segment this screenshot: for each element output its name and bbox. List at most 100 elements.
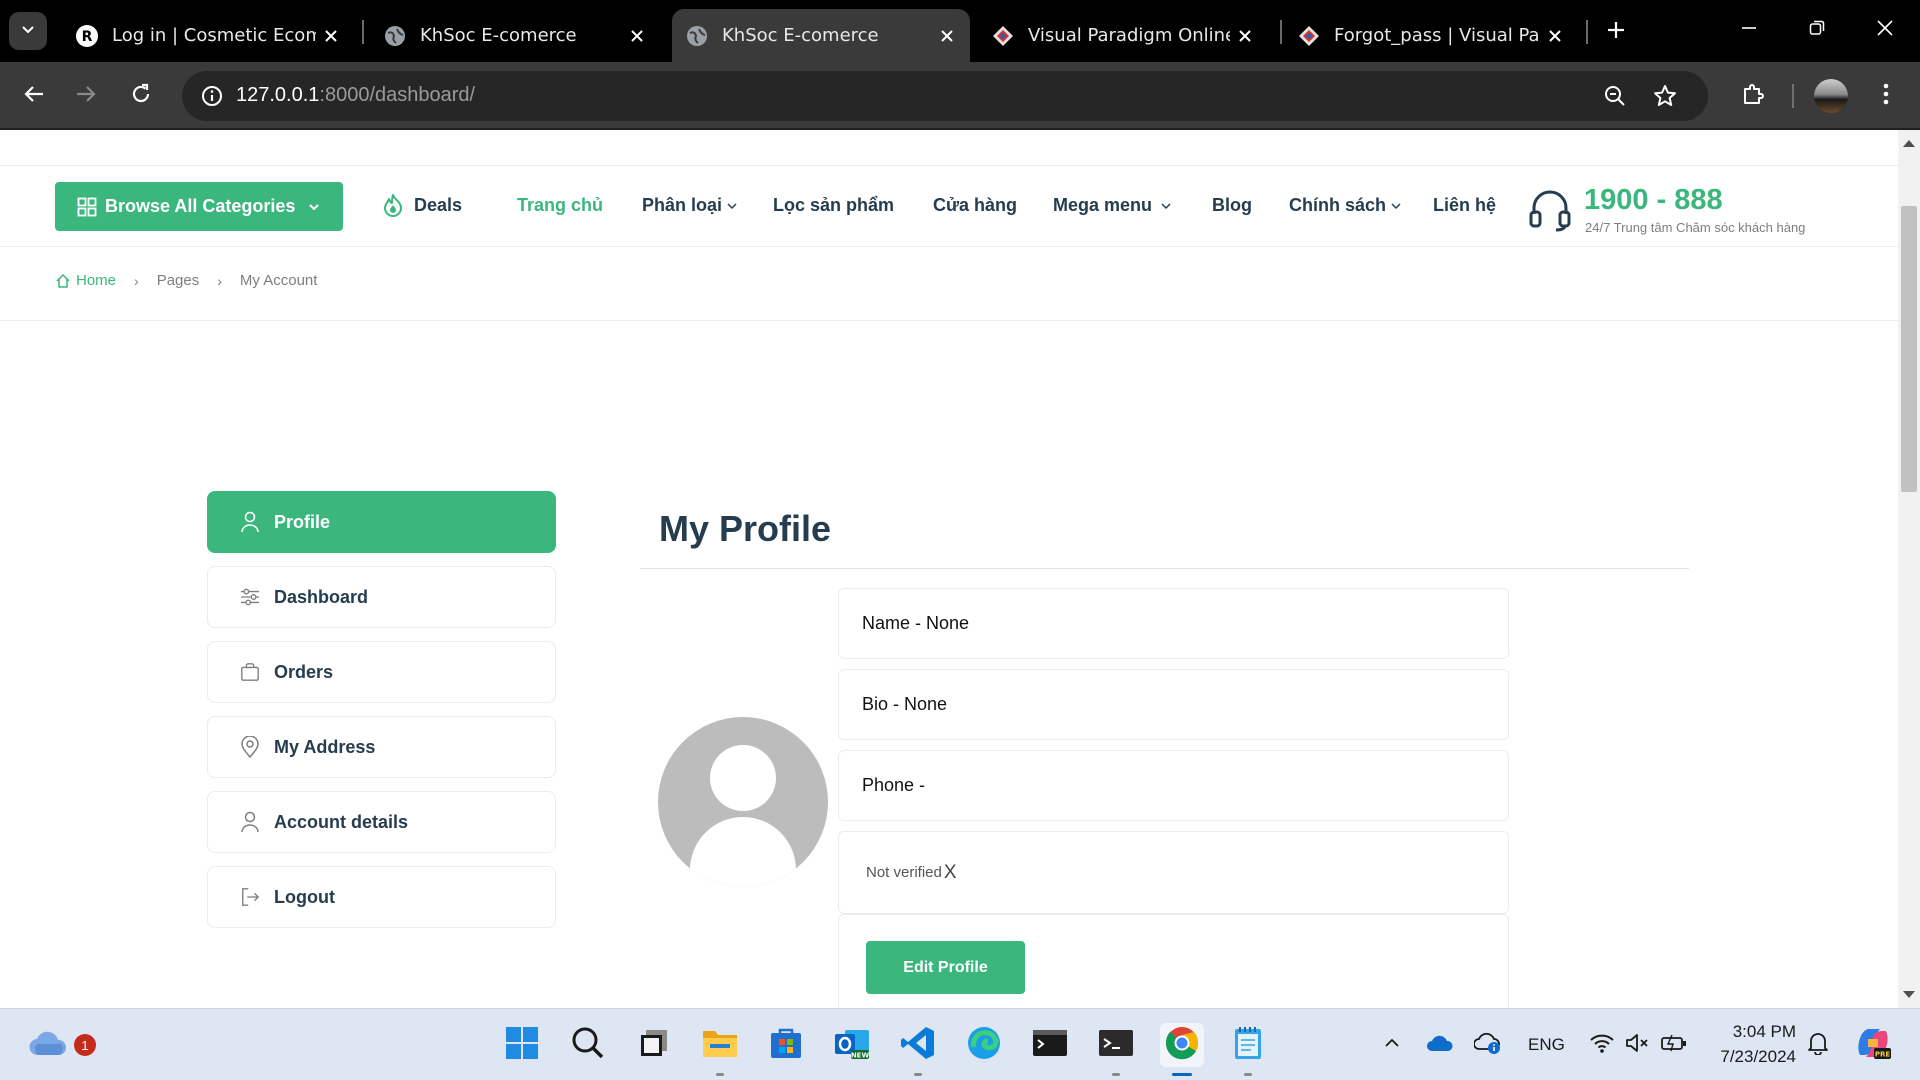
close-icon[interactable] (1540, 21, 1570, 51)
chrome-icon (1164, 1025, 1200, 1066)
sidebar-item-label: Account details (274, 811, 409, 832)
close-icon[interactable] (622, 21, 652, 51)
network-status-tray[interactable] (1468, 1023, 1508, 1067)
close-icon[interactable] (932, 21, 962, 51)
nav-lien-he[interactable]: Liên hệ (1433, 195, 1496, 216)
bookmark-star-icon[interactable] (1646, 77, 1684, 115)
reload-button[interactable] (121, 76, 161, 116)
zoom-icon[interactable] (1596, 77, 1634, 115)
profile-bio: Bio - None (862, 694, 948, 714)
running-indicator (914, 1073, 922, 1076)
outlook-new[interactable]: NEW (830, 1023, 874, 1067)
restore-button[interactable] (1794, 10, 1840, 50)
header-bottom-divider (0, 246, 1898, 247)
notepad-app[interactable] (1226, 1023, 1270, 1076)
google-chrome[interactable] (1160, 1023, 1204, 1076)
breadcrumb-home[interactable]: Home (55, 272, 116, 289)
tab-title: Log in | Cosmetic Ecomm (112, 25, 316, 46)
volume-tray[interactable] (1618, 1023, 1658, 1067)
battery-charging-icon (1660, 1033, 1688, 1058)
nav-trang-chu[interactable]: Trang chủ (517, 195, 603, 216)
visual-paradigm-icon (992, 25, 1014, 47)
task-view-button[interactable] (632, 1023, 676, 1067)
close-icon[interactable] (316, 21, 346, 51)
page-scrollbar[interactable] (1898, 130, 1920, 1008)
profile-avatar[interactable] (1814, 79, 1848, 113)
battery-tray[interactable] (1654, 1023, 1694, 1067)
tab-forgot-pass[interactable]: Forgot_pass | Visual Parad (1284, 9, 1578, 62)
tab-search-button[interactable] (9, 12, 47, 50)
taskbar-search[interactable] (566, 1023, 610, 1067)
hotline-number[interactable]: 1900 - 888 (1584, 184, 1723, 217)
show-hidden-icons[interactable] (1370, 1023, 1414, 1067)
sidebar-item-dashboard[interactable]: Dashboard (207, 566, 556, 628)
menu-button[interactable] (1866, 76, 1906, 116)
profile-actions-row: Edit Profile (838, 914, 1509, 1008)
sidebar-item-label: Logout (274, 886, 335, 907)
browse-categories-button[interactable]: Browse All Categories (55, 182, 343, 231)
more-vertical-icon (1883, 83, 1889, 109)
running-indicator (1244, 1073, 1252, 1076)
profile-bio-row: Bio - None (838, 669, 1509, 740)
nav-mega-menu[interactable]: Mega menu (1053, 195, 1172, 216)
sidebar-item-profile[interactable]: Profile (207, 491, 556, 553)
forward-button[interactable] (66, 76, 106, 116)
notifications-button[interactable] (1796, 1023, 1840, 1067)
scroll-down-arrow-icon[interactable] (1903, 991, 1915, 998)
clock-date[interactable]: 7/23/2024 (1706, 1047, 1796, 1067)
edit-profile-button[interactable]: Edit Profile (866, 941, 1025, 994)
visual-studio-code[interactable] (896, 1023, 940, 1076)
microsoft-edge[interactable] (962, 1023, 1006, 1067)
svg-text:NEW: NEW (851, 1051, 870, 1059)
nav-cua-hang[interactable]: Cửa hàng (933, 195, 1017, 216)
wifi-tray[interactable] (1582, 1023, 1622, 1067)
verification-status: Not verified X (866, 861, 957, 883)
map-pin-icon (240, 736, 260, 758)
page-title: My Profile (659, 508, 832, 549)
windows-logo-icon (505, 1026, 539, 1065)
bag-icon (240, 661, 260, 683)
copilot-button[interactable]: PRE (1850, 1023, 1896, 1067)
site-info-icon[interactable] (192, 76, 232, 116)
file-explorer[interactable] (698, 1023, 742, 1076)
sidebar-item-my-address[interactable]: My Address (207, 716, 556, 778)
nav-phan-loai[interactable]: Phân loại (642, 195, 738, 216)
outlook-icon: NEW (833, 1026, 871, 1065)
extensions-button[interactable] (1733, 76, 1773, 116)
nav-deals[interactable]: Deals (382, 193, 462, 217)
nav-blog[interactable]: Blog (1212, 195, 1252, 216)
sidebar-item-account-details[interactable]: Account details (207, 791, 556, 853)
tab-khsoc-1[interactable]: KhSoc E-comerce (370, 9, 660, 62)
close-window-button[interactable] (1862, 10, 1908, 50)
sidebar-item-label: Orders (274, 661, 334, 682)
back-button[interactable] (14, 76, 54, 116)
tab-khsoc-active[interactable]: KhSoc E-comerce (672, 9, 970, 62)
tab-visual-paradigm[interactable]: Visual Paradigm Online (978, 9, 1268, 62)
start-button[interactable] (500, 1023, 544, 1067)
scroll-up-arrow-icon[interactable] (1903, 140, 1915, 147)
sidebar-item-logout[interactable]: Logout (207, 866, 556, 928)
terminal-app[interactable] (1028, 1023, 1072, 1067)
tab-login[interactable]: R Log in | Cosmetic Ecomm (62, 9, 354, 62)
microsoft-store[interactable] (764, 1023, 808, 1067)
close-icon[interactable] (1230, 21, 1260, 51)
command-prompt[interactable] (1094, 1023, 1138, 1076)
onedrive-tray[interactable] (1420, 1023, 1460, 1067)
task-view-icon (638, 1027, 670, 1064)
tab-title: KhSoc E-comerce (420, 25, 577, 46)
scrollbar-thumb[interactable] (1901, 206, 1917, 492)
profile-phone: Phone - (862, 775, 926, 795)
address-bar[interactable]: 127.0.0.1:8000/dashboard/ (182, 71, 1708, 121)
clock-time[interactable]: 3:04 PM (1730, 1022, 1796, 1042)
weather-widget[interactable]: 1 (26, 1023, 96, 1067)
nav-chinh-sach[interactable]: Chính sách (1289, 195, 1402, 216)
new-tab-button[interactable] (1598, 14, 1634, 50)
nav-loc-san-pham[interactable]: Lọc sản phẩm (773, 195, 894, 216)
web-page: Browse All Categories Deals Trang chủ Ph… (0, 130, 1898, 1008)
breadcrumb-pages[interactable]: Pages (157, 272, 200, 289)
url-text[interactable]: 127.0.0.1:8000/dashboard/ (236, 84, 475, 107)
minimize-button[interactable] (1726, 10, 1772, 50)
language-indicator[interactable]: ENG (1528, 1035, 1565, 1055)
edge-icon (966, 1025, 1002, 1066)
sidebar-item-orders[interactable]: Orders (207, 641, 556, 703)
